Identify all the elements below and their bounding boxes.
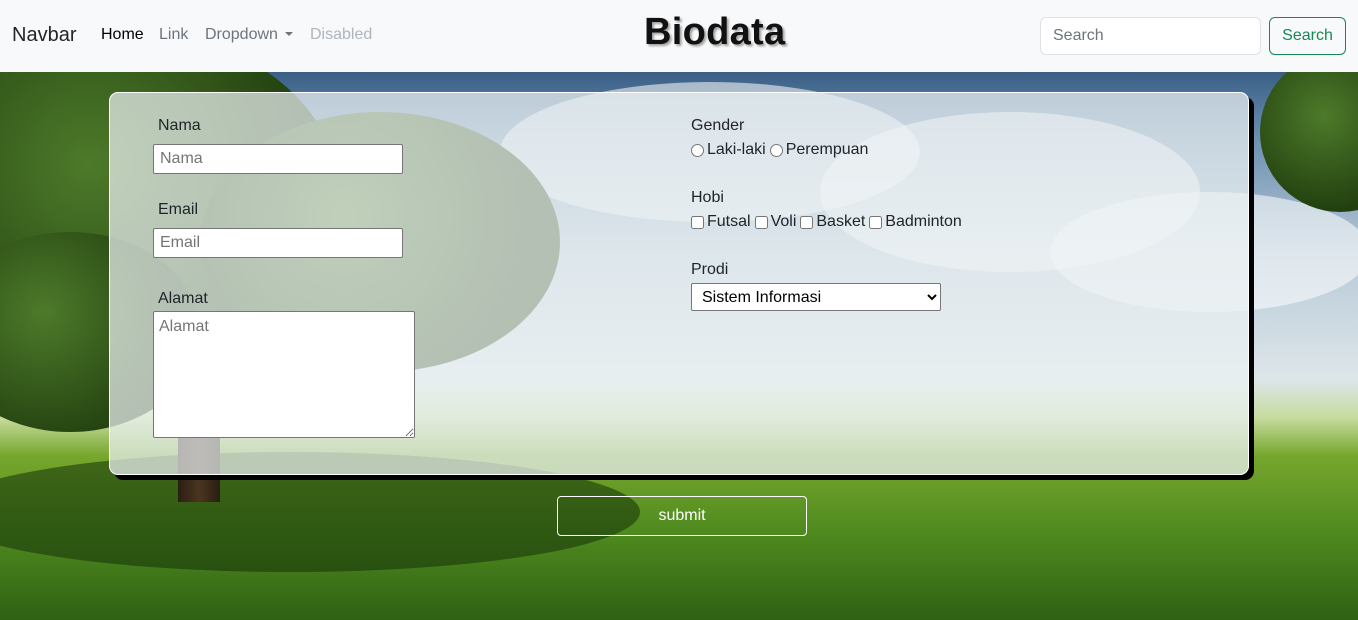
hobi-option-label: Badminton	[885, 213, 962, 230]
caret-down-icon	[284, 32, 293, 36]
gender-option-laki-laki[interactable]: Laki-laki	[691, 141, 766, 159]
hobi-option-label: Basket	[816, 213, 866, 230]
hobi-options: Futsal Voli Basket Badminton	[691, 213, 966, 231]
hobi-option-label: Voli	[770, 213, 797, 230]
hobi-checkbox-voli[interactable]	[754, 215, 768, 229]
hobi-option-basket[interactable]: Basket	[800, 213, 865, 231]
hobi-option-futsal[interactable]: Futsal	[691, 213, 751, 231]
hobi-option-voli[interactable]: Voli	[754, 213, 797, 231]
gender-option-perempuan[interactable]: Perempuan	[769, 141, 869, 159]
nav-dropdown-label: Dropdown	[205, 26, 278, 43]
hobi-option-badminton[interactable]: Badminton	[869, 213, 962, 231]
alamat-label: Alamat	[158, 290, 208, 307]
navbar-brand[interactable]: Navbar	[12, 24, 76, 47]
alamat-textarea[interactable]	[153, 311, 415, 438]
hobi-label: Hobi	[691, 189, 724, 206]
nav-dropdown[interactable]: Dropdown	[205, 26, 293, 44]
prodi-select[interactable]: Sistem Informasi	[691, 283, 941, 311]
gender-options: Laki-laki Perempuan	[691, 141, 872, 159]
search-button[interactable]: Search	[1269, 17, 1346, 55]
gender-radio-laki-laki[interactable]	[691, 143, 704, 157]
hobi-checkbox-basket[interactable]	[800, 215, 814, 229]
nama-input[interactable]	[153, 144, 403, 174]
gender-option-label: Perempuan	[785, 141, 869, 158]
gender-option-label: Laki-laki	[707, 141, 766, 158]
hobi-checkbox-futsal[interactable]	[691, 215, 704, 229]
submit-button[interactable]: submit	[557, 496, 807, 536]
prodi-label: Prodi	[691, 261, 729, 278]
nav-link-disabled: Disabled	[310, 26, 373, 43]
hobi-option-label: Futsal	[707, 213, 751, 230]
gender-radio-perempuan[interactable]	[769, 143, 783, 157]
navbar: Navbar Home Link Dropdown Disabled Bioda…	[0, 0, 1358, 72]
page-title: Biodata	[644, 11, 786, 53]
nama-label: Nama	[158, 117, 201, 134]
email-input[interactable]	[153, 228, 403, 258]
search-input[interactable]	[1040, 17, 1261, 55]
email-label: Email	[158, 201, 199, 218]
nav-link-link[interactable]: Link	[159, 26, 188, 44]
nav-link-home[interactable]: Home	[101, 26, 144, 44]
gender-label: Gender	[691, 117, 745, 134]
hobi-checkbox-badminton[interactable]	[869, 215, 883, 229]
